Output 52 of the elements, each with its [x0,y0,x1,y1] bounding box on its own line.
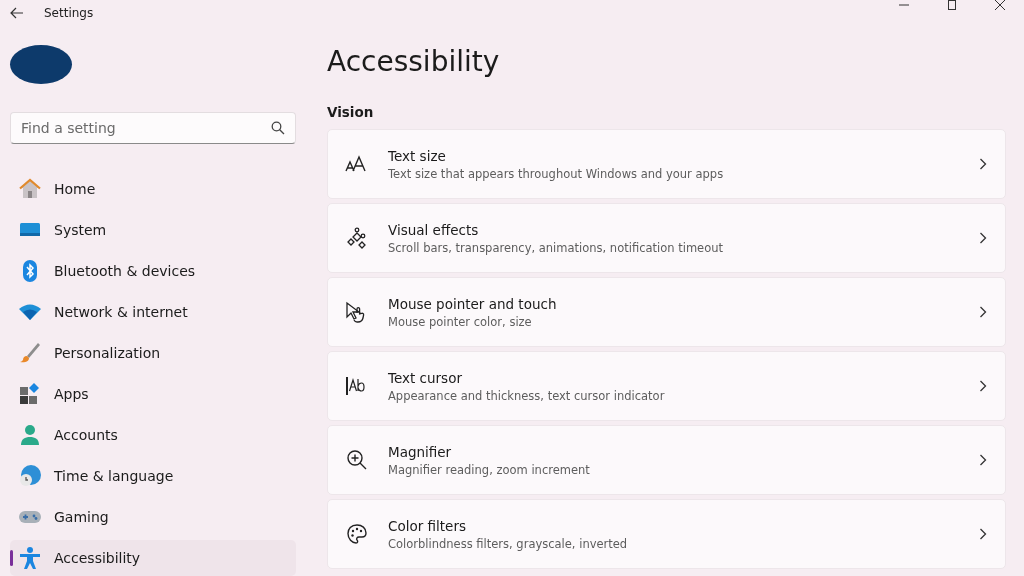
card-title: Text cursor [388,369,463,386]
settings-card[interactable]: Magnifier Magnifier reading, zoom increment [327,425,1006,495]
nav-item[interactable]: Time & language [10,458,296,494]
apps-icon [18,382,42,406]
chevron-icon [979,454,987,466]
palette-icon [346,523,368,545]
globe-clock-icon [18,464,42,488]
card-subtitle: Appearance and thickness, text cursor indicator [388,388,666,403]
card-title: Visual effects [388,221,480,238]
close-icon [994,0,1006,11]
card-subtitle: Colorblindness filters, grayscale, inverted [388,536,629,551]
chevron-icon [979,380,987,392]
house-icon [18,177,42,201]
arrow-left-icon [10,6,24,19]
nav-item[interactable]: System [10,212,296,248]
settings-card[interactable]: Visual effects Scroll bars, transparency, animations, notification timeout [327,203,1006,273]
settings-card[interactable]: Text cursor Appearance and thickness, text cursor indicator [327,351,1006,421]
settings-card[interactable]: Color filters Colorblindness filters, grayscale, inverted [327,499,1006,569]
brush-icon [18,341,42,365]
magnifier-icon [346,449,368,471]
search-icon [271,121,285,135]
card-title: Mouse pointer and touch [388,295,558,312]
card-subtitle: Magnifier reading, zoom increment [388,462,591,477]
sparkle-icon [346,227,368,249]
chevron-icon [979,528,987,540]
chevron-icon [979,306,987,318]
settings-card[interactable]: Mouse pointer and touch Mouse pointer color, size [327,277,1006,347]
nav-item[interactable]: Bluetooth & devices [10,253,296,289]
card-subtitle: Mouse pointer color, size [388,314,533,329]
card-title: Magnifier [388,443,453,460]
person-icon [18,423,42,447]
search-field[interactable]: Find a setting [10,112,296,144]
nav-item[interactable]: Home [10,171,296,207]
nav-item[interactable]: Accounts [10,417,296,453]
section-heading: Vision [327,104,374,120]
chevron-icon [979,232,987,244]
maximize-icon [946,0,958,11]
chevron-icon [979,158,987,170]
nav-item[interactable]: Accessibility [10,540,296,576]
page-title: Accessibility [327,45,500,78]
settings-card[interactable]: Text size Text size that appears throughout Windows and your apps [327,129,1006,199]
person-icon [18,546,42,570]
window-title: Settings [44,5,94,20]
card-subtitle: Text size that appears throughout Windows and your apps [388,166,725,181]
card-subtitle: Scroll bars, transparency, animations, notification timeout [388,240,724,255]
nav-item[interactable]: Network & internet [10,294,296,330]
card-title: Text size [388,147,447,164]
card-title: Color filters [388,517,467,534]
nav-item[interactable]: Apps [10,376,296,412]
nav-item[interactable]: Gaming [10,499,296,535]
text-size-icon [345,154,369,174]
nav-item[interactable]: Personalization [10,335,296,371]
